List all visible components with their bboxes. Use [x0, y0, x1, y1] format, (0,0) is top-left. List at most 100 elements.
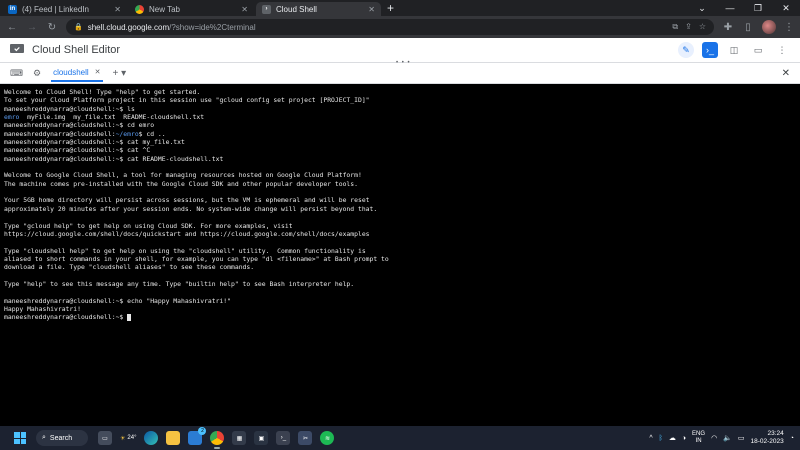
- battery-icon[interactable]: ▭: [738, 434, 745, 442]
- terminal-line: maneeshreddynarra@cloudshell:~/emro$ cd …: [4, 130, 796, 138]
- clock[interactable]: 23:24 18-02-2023: [751, 430, 784, 446]
- terminal-text: download a file. Type "cloudshell aliase…: [4, 263, 255, 272]
- clock-date: 18-02-2023: [750, 438, 784, 445]
- web-preview-icon[interactable]: ◫: [726, 42, 742, 58]
- url-path: /?show=ide%2Cterminal: [169, 22, 256, 32]
- tab-new-tab[interactable]: New Tab ✕: [129, 2, 254, 16]
- terminal-line: download a file. Type "cloudshell aliase…: [4, 263, 796, 271]
- terminal-text: Welcome to Google Cloud Shell, a tool fo…: [4, 171, 362, 180]
- weather-widget[interactable]: ☀ 24°: [120, 435, 136, 442]
- clock-time: 23:24: [767, 430, 784, 437]
- terminal-line: Welcome to Cloud Shell! Type "help" to g…: [4, 88, 796, 96]
- open-editor-icon[interactable]: ✎: [678, 42, 694, 58]
- chrome-icon[interactable]: [210, 431, 225, 449]
- terminal-line: The machine comes pre-installed with the…: [4, 180, 796, 188]
- notifications-icon[interactable]: ◔: [790, 435, 794, 442]
- tab-cloud-shell[interactable]: › Cloud Shell ✕: [256, 2, 381, 16]
- terminal-text: The machine comes pre-installed with the…: [4, 179, 358, 188]
- profile-avatar[interactable]: [762, 20, 776, 34]
- taskbar-search[interactable]: ⌕ Search: [36, 430, 88, 446]
- terminal-text: approximately 20 minutes after your sess…: [4, 204, 378, 213]
- spotify-icon[interactable]: ≋: [320, 431, 335, 445]
- tab-search-icon[interactable]: ⌄: [688, 0, 716, 16]
- tab-linkedin[interactable]: in (4) Feed | LinkedIn ✕: [2, 2, 127, 16]
- terminal-text: maneeshreddynarra@cloudshell:~$ ls: [4, 104, 135, 113]
- calculator-icon[interactable]: ▦: [232, 431, 247, 445]
- terminal-line: Welcome to Google Cloud Shell, a tool fo…: [4, 171, 796, 179]
- restore-icon[interactable]: ❐: [744, 0, 772, 16]
- terminal-tab-cloudshell[interactable]: cloudshell ✕: [51, 65, 103, 82]
- tab-title: Cloud Shell: [276, 4, 317, 14]
- language-indicator[interactable]: ENG IN: [692, 431, 705, 445]
- photos-icon[interactable]: ▣: [254, 431, 269, 445]
- close-icon[interactable]: ✕: [368, 5, 375, 14]
- terminal-text: aliased to short commands in your shell,…: [4, 254, 389, 263]
- close-window-icon[interactable]: ✕: [772, 0, 800, 16]
- side-panel-icon[interactable]: ▯: [742, 22, 754, 33]
- chrome-icon: [135, 4, 144, 14]
- window-controls: ⌄ — ❐ ✕: [688, 0, 800, 16]
- extensions-icon[interactable]: ✚: [722, 22, 734, 33]
- edge-icon[interactable]: [144, 431, 159, 445]
- settings-gear-icon[interactable]: ⚙: [33, 68, 41, 79]
- browser-toolbar: ← → ↻ 🔒 shell.cloud.google.com/?show=ide…: [0, 16, 800, 38]
- bookmark-star-icon[interactable]: ☆: [699, 22, 706, 32]
- browser-menu-icon[interactable]: ⋮: [784, 22, 794, 33]
- terminal-output[interactable]: Welcome to Cloud Shell! Type "help" to g…: [0, 84, 800, 426]
- terminal-text: $ cd ..: [138, 129, 166, 138]
- onedrive-icon[interactable]: ☁: [669, 434, 676, 442]
- share-icon[interactable]: ⇪: [685, 22, 692, 32]
- terminal-text: Type "gcloud help" to get help on using …: [4, 221, 293, 230]
- terminal-line: https://cloud.google.com/shell/docs/quic…: [4, 230, 796, 238]
- close-icon[interactable]: ✕: [95, 68, 101, 76]
- windows-start-icon[interactable]: [14, 432, 26, 444]
- terminal-line: maneeshreddynarra@cloudshell:~$ cat READ…: [4, 155, 796, 163]
- open-terminal-icon[interactable]: ›_: [702, 42, 718, 58]
- keyboard-icon[interactable]: ⌨: [10, 68, 23, 79]
- terminal-text: maneeshreddynarra@cloudshell:~$ cat my_f…: [4, 138, 185, 147]
- add-terminal-icon[interactable]: + ▾: [113, 68, 127, 79]
- drag-handle-icon[interactable]: • • •: [396, 60, 411, 66]
- header-actions: ✎ ›_ ◫ ▭ ⋮: [678, 42, 790, 58]
- terminal-line: maneeshreddynarra@cloudshell:~$ echo "Ha…: [4, 297, 796, 305]
- more-options-icon[interactable]: ⋮: [774, 42, 790, 58]
- close-icon[interactable]: ✕: [114, 5, 121, 14]
- browser-tab-strip: in (4) Feed | LinkedIn ✕ New Tab ✕ › Clo…: [0, 0, 800, 16]
- tab-title: New Tab: [149, 4, 180, 14]
- terminal-line: Your 5GB home directory will persist acr…: [4, 196, 796, 204]
- windows-taskbar: ⌕ Search ▭ ☀ 24° 2 ▦ ▣ ›_ ✂ ≋ ^ ᛒ ☁ ◑ EN…: [0, 426, 800, 450]
- show-hidden-icons-icon[interactable]: ^: [649, 435, 652, 442]
- address-bar[interactable]: 🔒 shell.cloud.google.com/?show=ide%2Cter…: [66, 19, 714, 35]
- tray-app-icon[interactable]: ◑: [682, 435, 686, 442]
- reload-icon[interactable]: ↻: [46, 22, 58, 33]
- terminal-text: https://cloud.google.com/shell/docs/quic…: [4, 229, 370, 238]
- cloud-shell-icon: ›: [262, 4, 271, 14]
- back-icon[interactable]: ←: [6, 22, 18, 33]
- search-icon: ⌕: [42, 434, 46, 441]
- bluetooth-icon[interactable]: ᛒ: [659, 435, 663, 442]
- forward-icon[interactable]: →: [26, 22, 38, 33]
- snipping-tool-icon[interactable]: ✂: [298, 431, 313, 445]
- terminal-app-icon[interactable]: ›_: [276, 431, 291, 445]
- close-icon[interactable]: ✕: [241, 5, 248, 14]
- terminal-text: maneeshreddynarra@cloudshell:~$: [4, 313, 128, 322]
- store-icon[interactable]: 2: [188, 427, 207, 445]
- lock-icon[interactable]: 🔒: [74, 23, 83, 31]
- directory-name: ~/emro: [115, 129, 139, 138]
- terminal-tab-label: cloudshell: [53, 67, 89, 77]
- fullscreen-icon[interactable]: ▭: [750, 42, 766, 58]
- weather-sun-icon: ☀: [120, 435, 126, 442]
- lang-bottom: IN: [695, 438, 702, 444]
- taskbar-apps: ▭ ☀ 24° 2 ▦ ▣ ›_ ✂ ≋: [98, 427, 335, 449]
- weather-temp: 24°: [127, 435, 137, 441]
- task-view-icon[interactable]: ▭: [98, 431, 112, 445]
- file-explorer-icon[interactable]: [166, 431, 181, 445]
- new-tab-icon[interactable]: +: [387, 2, 394, 16]
- minimize-icon[interactable]: —: [716, 0, 744, 16]
- volume-icon[interactable]: 🔈: [723, 434, 732, 442]
- open-in-app-icon[interactable]: ⧉: [672, 22, 678, 32]
- wifi-icon[interactable]: ◠: [711, 434, 717, 442]
- close-terminal-panel-icon[interactable]: ✕: [782, 68, 790, 79]
